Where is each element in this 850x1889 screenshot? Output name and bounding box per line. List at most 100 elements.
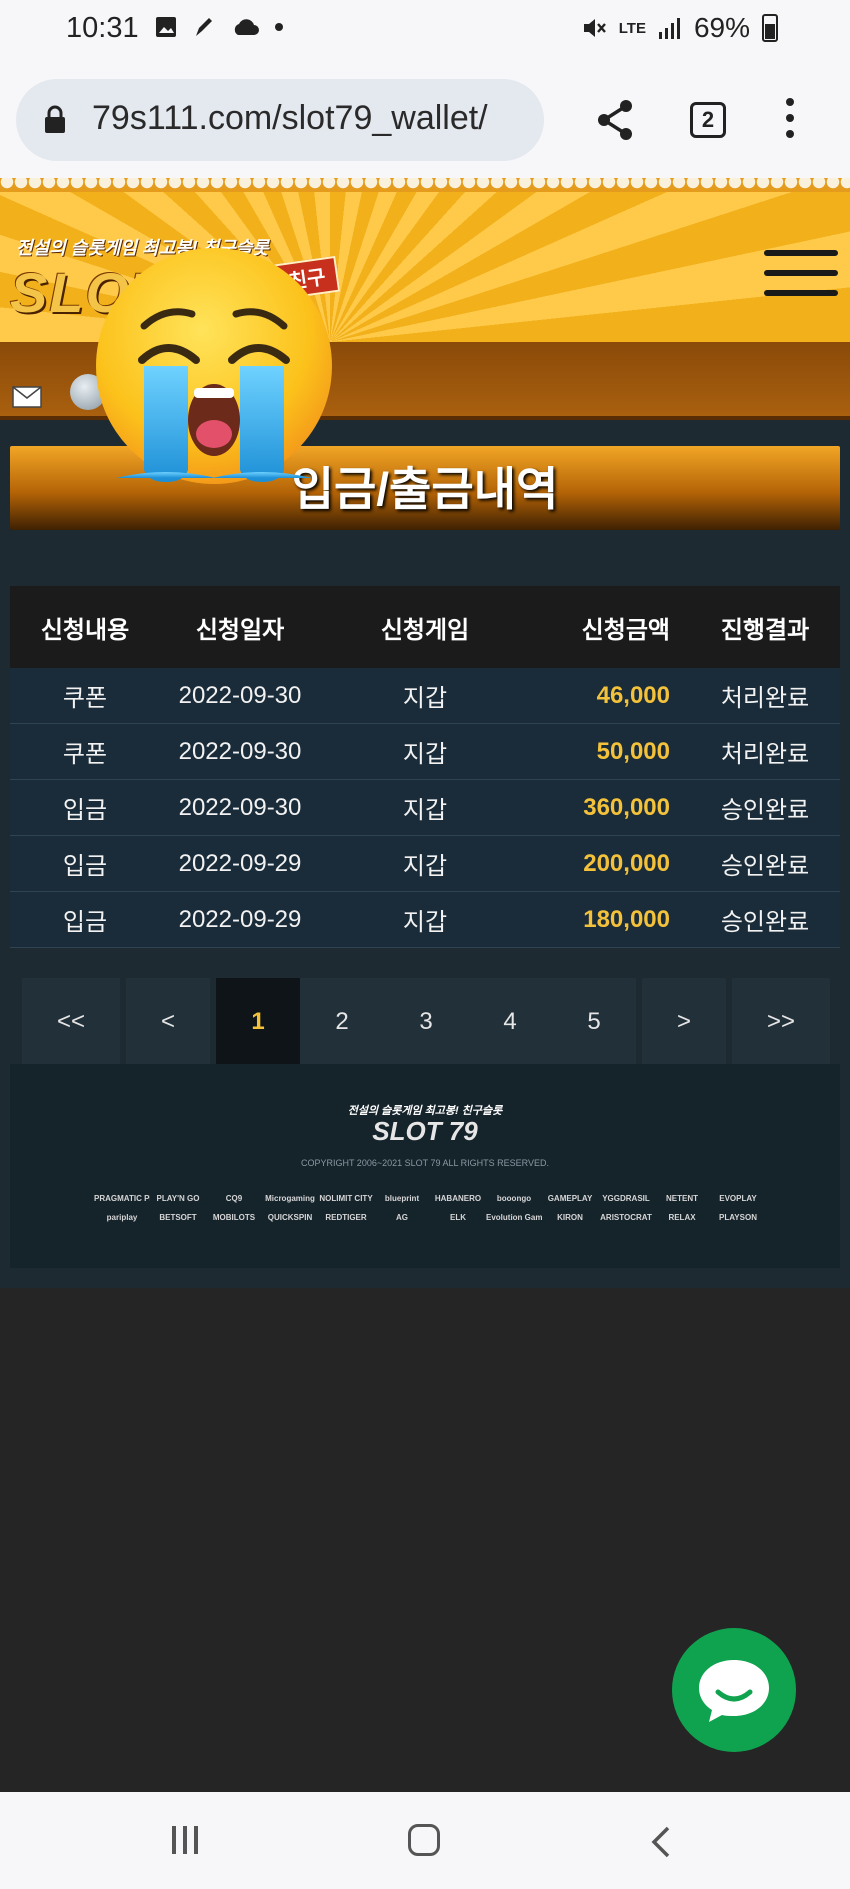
cell-game: 지갑 bbox=[402, 685, 448, 712]
provider-logo: pariplay bbox=[106, 1213, 138, 1222]
header-result: 진행결과 bbox=[720, 616, 810, 644]
provider-logo: BETSOFT bbox=[159, 1213, 197, 1222]
hamburger-menu-icon[interactable] bbox=[764, 250, 838, 310]
browser-toolbar: 79s111.com/slot79_wallet/ 2 bbox=[0, 62, 850, 178]
provider-logo: EVOPLAY bbox=[719, 1194, 757, 1203]
provider-logo: PLAY'N GO bbox=[156, 1194, 200, 1203]
site-footer: 전설의 슬롯게임 최고봉! 친구슬롯 SLOT 79 COPYRIGHT 200… bbox=[10, 1064, 840, 1268]
share-icon[interactable] bbox=[596, 98, 636, 142]
page-prev-button[interactable]: < bbox=[126, 978, 210, 1066]
page-first-button[interactable]: << bbox=[22, 978, 120, 1066]
cell-game: 지갑 bbox=[402, 741, 448, 768]
provider-logo: blueprint bbox=[384, 1194, 420, 1203]
table-row: 쿠폰 2022-09-30 지갑 50,000 처리완료 bbox=[10, 724, 840, 780]
table-row: 쿠폰 2022-09-30 지갑 46,000 처리완료 bbox=[10, 668, 840, 724]
page-button-4[interactable]: 4 bbox=[468, 978, 552, 1066]
recents-icon[interactable] bbox=[172, 1826, 198, 1854]
site-page: 전설의 슬롯게임 최고봉! 친구슬롯 SLOT 친구 입금/출금내역 신청내용 … bbox=[0, 178, 850, 1288]
provider-logos: PRAGMATIC PLAY PLAY'N GO CQ9 Microgaming… bbox=[94, 1194, 774, 1222]
cell-game: 지갑 bbox=[402, 909, 448, 936]
pagination: << < 1 2 3 4 5 > >> bbox=[22, 978, 830, 1066]
cell-type: 쿠폰 bbox=[62, 685, 108, 712]
cell-result: 승인완료 bbox=[720, 797, 810, 824]
provider-logo: AG bbox=[396, 1213, 408, 1222]
back-icon[interactable] bbox=[648, 1826, 674, 1858]
provider-logo: ELK bbox=[450, 1213, 466, 1222]
provider-logo: NETENT bbox=[666, 1194, 698, 1203]
pen-icon bbox=[196, 18, 212, 36]
system-nav-bar bbox=[0, 1792, 850, 1889]
provider-logo: Microgaming bbox=[265, 1194, 315, 1203]
header-type: 신청내용 bbox=[40, 616, 130, 644]
header-date: 신청일자 bbox=[195, 616, 285, 644]
page-button-3[interactable]: 3 bbox=[384, 978, 468, 1066]
header-game: 신청게임 bbox=[380, 616, 470, 644]
status-right: LTE 69% bbox=[581, 12, 778, 44]
table-row: 입금 2022-09-29 지갑 200,000 승인완료 bbox=[10, 836, 840, 892]
footer-logo: SLOT 79 bbox=[372, 1116, 478, 1146]
table-row: 입금 2022-09-29 지갑 180,000 승인완료 bbox=[10, 892, 840, 948]
provider-logo: YGGDRASIL bbox=[602, 1194, 650, 1203]
lock-icon bbox=[45, 105, 65, 133]
page-button-2[interactable]: 2 bbox=[300, 978, 384, 1066]
provider-logo: CQ9 bbox=[225, 1194, 243, 1203]
provider-logo: PRAGMATIC PLAY bbox=[94, 1194, 150, 1203]
cell-type: 입금 bbox=[62, 853, 108, 880]
page-button-5[interactable]: 5 bbox=[552, 978, 636, 1066]
cell-result: 처리완료 bbox=[720, 685, 810, 712]
provider-logo: Evolution Gaming bbox=[486, 1213, 542, 1222]
provider-logo: HABANERO bbox=[434, 1194, 482, 1203]
crying-emoji-icon bbox=[96, 248, 332, 484]
home-icon[interactable] bbox=[408, 1824, 440, 1856]
provider-logo: QUICKSPIN bbox=[267, 1213, 313, 1222]
provider-logo: NOLIMIT CITY bbox=[319, 1194, 373, 1203]
cell-date: 2022-09-30 bbox=[178, 793, 302, 821]
image-icon bbox=[156, 17, 176, 37]
address-bar[interactable]: 79s111.com/slot79_wallet/ bbox=[16, 79, 544, 161]
cell-type: 입금 bbox=[62, 909, 108, 936]
provider-logo: MOBILOTS bbox=[212, 1213, 256, 1222]
cell-date: 2022-09-30 bbox=[178, 737, 302, 765]
status-bar: 10:31 LTE 69% bbox=[0, 0, 850, 62]
cell-amount: 180,000 bbox=[583, 905, 670, 933]
provider-logo: booongo bbox=[496, 1194, 532, 1203]
provider-logo: PLAYSON bbox=[719, 1213, 757, 1222]
cloud-icon bbox=[234, 19, 259, 35]
cell-amount: 360,000 bbox=[583, 793, 670, 821]
page-next-button[interactable]: > bbox=[642, 978, 726, 1066]
battery-percent: 69% bbox=[693, 12, 750, 43]
provider-logo: RELAX bbox=[668, 1213, 696, 1222]
cell-result: 처리완료 bbox=[720, 741, 810, 768]
cell-amount: 50,000 bbox=[596, 737, 670, 765]
dot-icon bbox=[275, 23, 283, 31]
page-last-button[interactable]: >> bbox=[732, 978, 830, 1066]
provider-logo: REDTIGER bbox=[325, 1213, 367, 1222]
network-label: LTE bbox=[618, 19, 646, 37]
cell-type: 쿠폰 bbox=[62, 741, 108, 768]
mail-icon[interactable] bbox=[12, 386, 42, 408]
notification-icons bbox=[154, 14, 284, 40]
url-text: 79s111.com/slot79_wallet/ bbox=[92, 99, 488, 137]
signal-icon bbox=[658, 18, 680, 39]
cell-amount: 200,000 bbox=[583, 849, 670, 877]
status-time: 10:31 bbox=[66, 12, 139, 44]
cell-result: 승인완료 bbox=[720, 909, 810, 936]
cell-game: 지갑 bbox=[402, 797, 448, 824]
provider-logo: GAMEPLAY bbox=[547, 1194, 593, 1203]
table-header: 신청내용 신청일자 신청게임 신청금액 진행결과 bbox=[10, 586, 840, 668]
page-button-1[interactable]: 1 bbox=[216, 978, 300, 1066]
transaction-table: 신청내용 신청일자 신청게임 신청금액 진행결과 쿠폰 2022-09-30 지… bbox=[10, 586, 840, 948]
chat-button[interactable] bbox=[672, 1628, 796, 1752]
tab-switcher-button[interactable]: 2 bbox=[690, 102, 726, 138]
header-amount: 신청금액 bbox=[581, 616, 670, 644]
cell-amount: 46,000 bbox=[596, 681, 670, 709]
mute-icon bbox=[583, 19, 606, 37]
more-menu-icon[interactable] bbox=[786, 98, 796, 146]
provider-logo: KIRON bbox=[557, 1213, 583, 1222]
cell-date: 2022-09-29 bbox=[178, 849, 302, 877]
battery-icon bbox=[762, 14, 778, 42]
chat-bubble-icon bbox=[699, 1660, 769, 1722]
cell-result: 승인완료 bbox=[720, 853, 810, 880]
cell-date: 2022-09-29 bbox=[178, 905, 302, 933]
table-row: 입금 2022-09-30 지갑 360,000 승인완료 bbox=[10, 780, 840, 836]
